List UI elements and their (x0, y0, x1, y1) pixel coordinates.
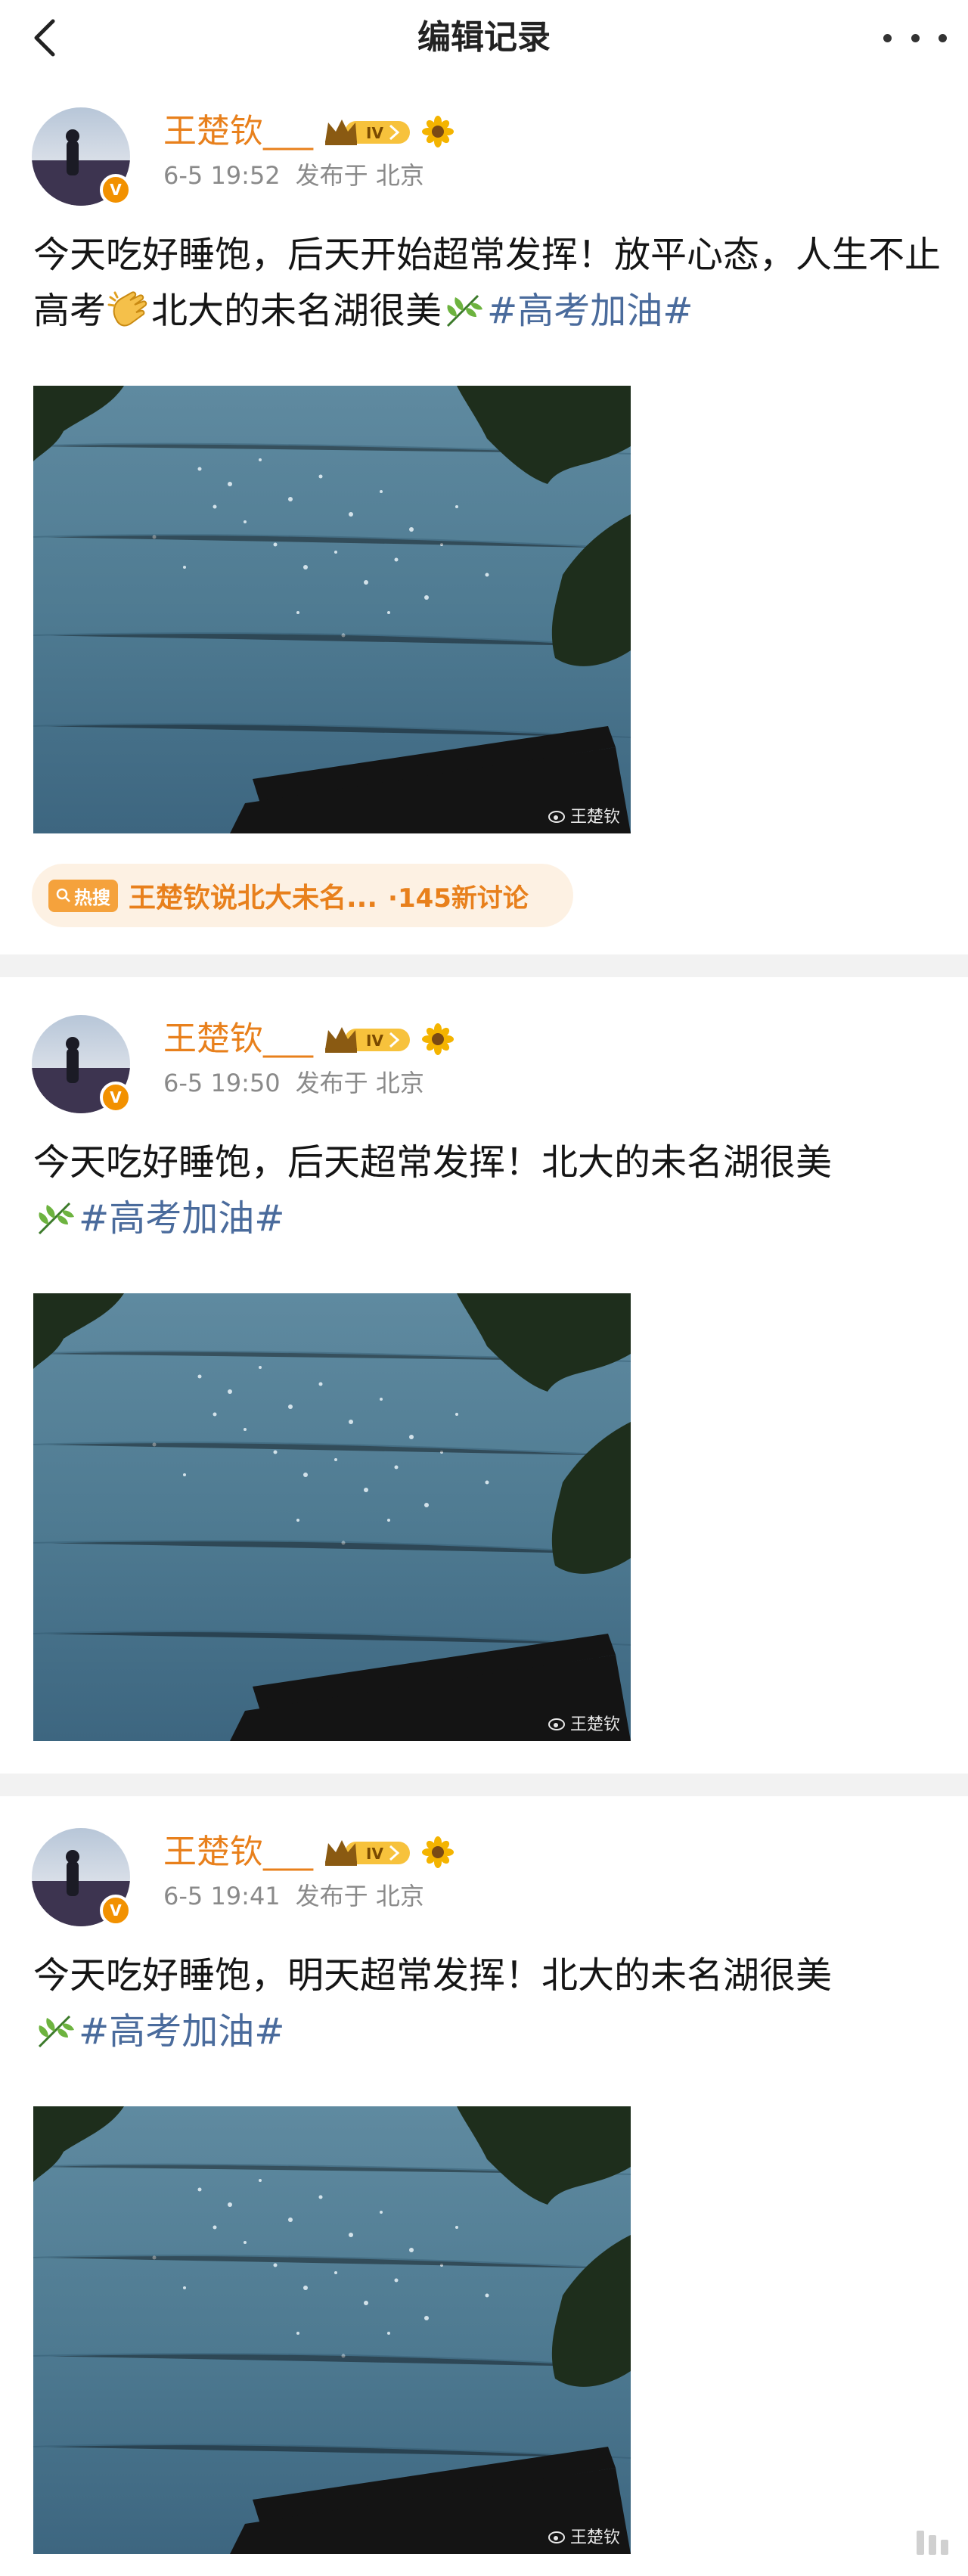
username[interactable]: 王楚钦___ (163, 1018, 313, 1060)
post-meta: 6-5 19:52 发布于 北京 (163, 159, 424, 192)
image-watermark: 王楚钦 (548, 2524, 620, 2548)
more-button[interactable] (883, 21, 947, 54)
post-image-lake[interactable]: 王楚钦 (33, 1293, 631, 1741)
sunflower-badge-icon[interactable] (422, 116, 454, 147)
svg-text:IV: IV (366, 1032, 383, 1050)
page-title: 编辑记录 (417, 18, 551, 57)
weibo-logo-icon (548, 811, 565, 823)
vip-crown-badge-icon[interactable]: IV (322, 1023, 413, 1056)
avatar[interactable]: V (32, 1015, 132, 1113)
verified-badge-icon: V (100, 1895, 132, 1926)
herb-leaf-icon (38, 1202, 74, 1235)
hashtag-link[interactable]: #高考加油# (79, 2010, 284, 2053)
more-dots-icon (883, 33, 892, 42)
post-version-2: V 王楚钦___ IV 6-5 19:50 发布于 北京 今天吃好睡饱，后天超常… (0, 983, 968, 1770)
post-version-1: V 王楚钦___ IV 6-5 19:52 发布于 北京 今天吃好睡饱，后天开始… (0, 76, 968, 949)
verified-badge-icon: V (100, 174, 132, 206)
vip-crown-badge-icon[interactable]: IV (322, 1836, 413, 1869)
hashtag-link[interactable]: #高考加油# (79, 1197, 284, 1240)
post-time: 6-5 19:52 (163, 161, 281, 190)
clapping-hands-icon (107, 291, 147, 327)
svg-text:IV: IV (366, 124, 383, 142)
edit-history-page: 编辑记录 V 王楚钦___ IV 6-5 19:52 发布于 北京 今天吃好睡饱… (0, 0, 968, 2576)
image-watermark: 王楚钦 (548, 1711, 620, 1735)
image-watermark: 王楚钦 (548, 803, 620, 827)
post-meta: 6-5 19:50 发布于 北京 (163, 1066, 424, 1100)
post-text: 今天吃好睡饱，后天开始超常发挥！放平心态，人生不止高考 北大的未名湖很美 #高考加油… (33, 234, 942, 332)
hashtag-link[interactable]: #高考加油# (487, 290, 693, 332)
hot-search-label: 热搜 (48, 879, 118, 912)
hot-search-count: ·145新讨论 (388, 883, 529, 914)
post-location: 发布于 北京 (295, 161, 424, 190)
post-text: 今天吃好睡饱，后天超常发挥！北大的未名湖很美 #高考加油# (33, 1141, 833, 1240)
post-text: 今天吃好睡饱，明天超常发挥！北大的未名湖很美 #高考加油# (33, 1954, 833, 2053)
post-time: 6-5 19:41 (163, 1882, 281, 1910)
post-time: 6-5 19:50 (163, 1069, 281, 1097)
hot-search-text: 王楚钦说北大未名... (129, 883, 378, 914)
vip-crown-badge-icon[interactable]: IV (322, 115, 413, 148)
svg-text:IV: IV (366, 1845, 383, 1863)
avatar[interactable]: V (32, 107, 132, 206)
weibo-logo-icon (548, 1718, 565, 1730)
hot-search-pill[interactable]: 热搜 王楚钦说北大未名... ·145新讨论 (32, 864, 573, 927)
search-icon (56, 888, 70, 902)
app-corner-icon (917, 2531, 948, 2555)
sunflower-badge-icon[interactable] (422, 1023, 454, 1055)
sunflower-badge-icon[interactable] (422, 1836, 454, 1868)
post-meta: 6-5 19:41 发布于 北京 (163, 1879, 424, 1913)
post-divider (0, 954, 968, 977)
post-location: 发布于 北京 (295, 1882, 424, 1910)
post-divider (0, 1774, 968, 1796)
herb-leaf-icon (446, 294, 483, 327)
herb-leaf-icon (38, 2015, 74, 2048)
username[interactable]: 王楚钦___ (163, 1831, 313, 1873)
verified-badge-icon: V (100, 1082, 132, 1113)
post-image-lake[interactable]: 王楚钦 (33, 386, 631, 833)
username[interactable]: 王楚钦___ (163, 110, 313, 153)
nav-bar: 编辑记录 (0, 0, 968, 76)
avatar[interactable]: V (32, 1828, 132, 1926)
post-location: 发布于 北京 (295, 1069, 424, 1097)
weibo-logo-icon (548, 2531, 565, 2543)
post-version-3: V 王楚钦___ IV 6-5 19:41 发布于 北京 今天吃好睡饱，明天超常… (0, 1796, 968, 2576)
post-image-lake[interactable]: 王楚钦 (33, 2106, 631, 2554)
